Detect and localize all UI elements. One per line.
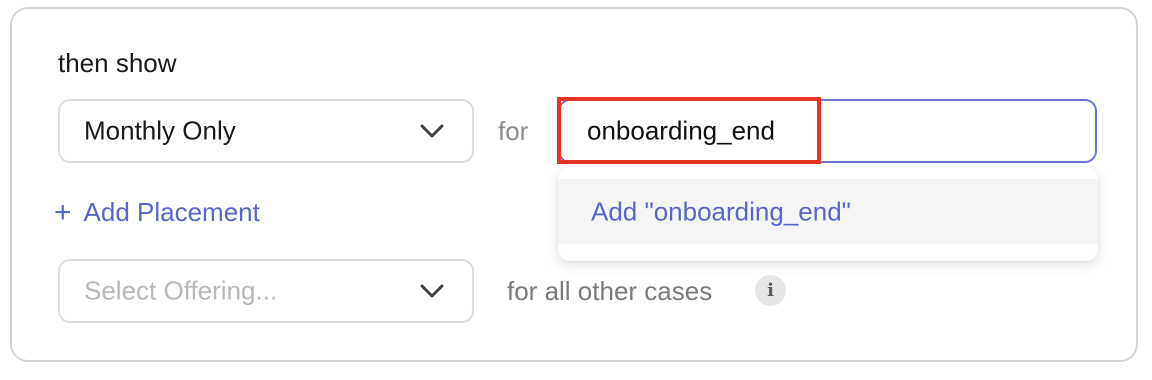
placement-dropdown: Add "onboarding_end" — [558, 167, 1098, 261]
chevron-down-icon — [420, 284, 444, 298]
add-placement-option[interactable]: Add "onboarding_end" — [558, 179, 1098, 244]
placement-input[interactable]: onboarding_end — [558, 99, 1097, 163]
placement-input-value: onboarding_end — [587, 115, 775, 146]
plus-icon: + — [54, 196, 72, 229]
fallback-select-placeholder: Select Offering... — [84, 275, 278, 306]
add-placement-button[interactable]: + Add Placement — [54, 196, 260, 230]
add-placement-label: Add Placement — [83, 197, 260, 227]
info-icon[interactable]: i — [755, 275, 786, 306]
then-show-heading: then show — [58, 48, 177, 78]
for-label: for — [498, 116, 529, 146]
fallback-offering-select[interactable]: Select Offering... — [58, 259, 474, 323]
add-placement-option-label: Add "onboarding_end" — [591, 196, 851, 226]
chevron-down-icon — [420, 124, 444, 138]
offering-select-value: Monthly Only — [84, 115, 236, 146]
other-cases-label: for all other cases — [507, 276, 713, 306]
offering-select[interactable]: Monthly Only — [58, 99, 474, 163]
